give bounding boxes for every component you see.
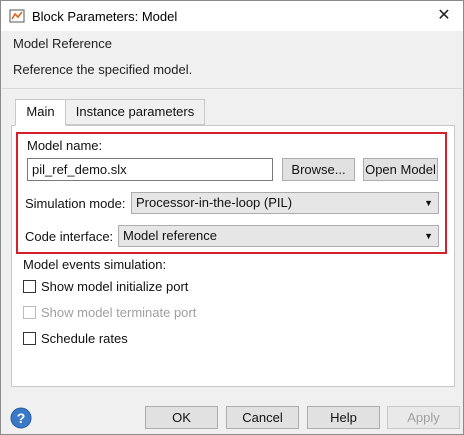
close-button[interactable]: ✕	[433, 5, 455, 27]
ok-button[interactable]: OK	[145, 406, 218, 429]
cancel-button[interactable]: Cancel	[226, 406, 299, 429]
model-name-input[interactable]: pil_ref_demo.slx	[27, 158, 273, 181]
code-interface-label: Code interface:	[25, 229, 114, 244]
dialog-window: Block Parameters: Model ✕ Model Referenc…	[0, 0, 464, 435]
block-description: Reference the specified model.	[13, 62, 193, 77]
chevron-down-icon: ▼	[424, 231, 433, 241]
apply-button: Apply	[387, 406, 460, 429]
checkbox-box[interactable]	[23, 280, 36, 293]
code-interface-value: Model reference	[123, 228, 217, 243]
simulation-mode-label: Simulation mode:	[25, 196, 126, 211]
model-events-label: Model events simulation:	[23, 257, 167, 272]
simulink-block-icon	[9, 9, 25, 23]
tab-strip: Main Instance parameters	[1, 99, 464, 126]
help-button[interactable]: Help	[307, 406, 380, 429]
group-title: Model Reference	[13, 36, 112, 51]
chevron-down-icon: ▼	[424, 198, 433, 208]
open-model-button[interactable]: Open Model	[363, 158, 438, 181]
checkbox-label: Show model terminate port	[41, 305, 197, 320]
checkbox-box	[23, 306, 36, 319]
svg-text:?: ?	[17, 410, 26, 426]
checkbox-box[interactable]	[23, 332, 36, 345]
model-name-label: Model name:	[27, 138, 103, 153]
window-title: Block Parameters: Model	[32, 9, 178, 24]
title-bar[interactable]: Block Parameters: Model ✕	[1, 1, 463, 31]
tab-instance-parameters[interactable]: Instance parameters	[65, 99, 205, 125]
description-group: Model Reference Reference the specified …	[2, 31, 462, 89]
browse-button[interactable]: Browse...	[282, 158, 355, 181]
simulation-mode-select[interactable]: Processor-in-the-loop (PIL) ▼	[131, 192, 439, 214]
tab-main[interactable]: Main	[15, 99, 66, 126]
simulation-mode-value: Processor-in-the-loop (PIL)	[136, 195, 293, 210]
checkbox-label: Show model initialize port	[41, 279, 189, 294]
code-interface-select[interactable]: Model reference ▼	[118, 225, 439, 247]
help-icon[interactable]: ?	[10, 407, 32, 429]
checkbox-label: Schedule rates	[41, 331, 128, 346]
